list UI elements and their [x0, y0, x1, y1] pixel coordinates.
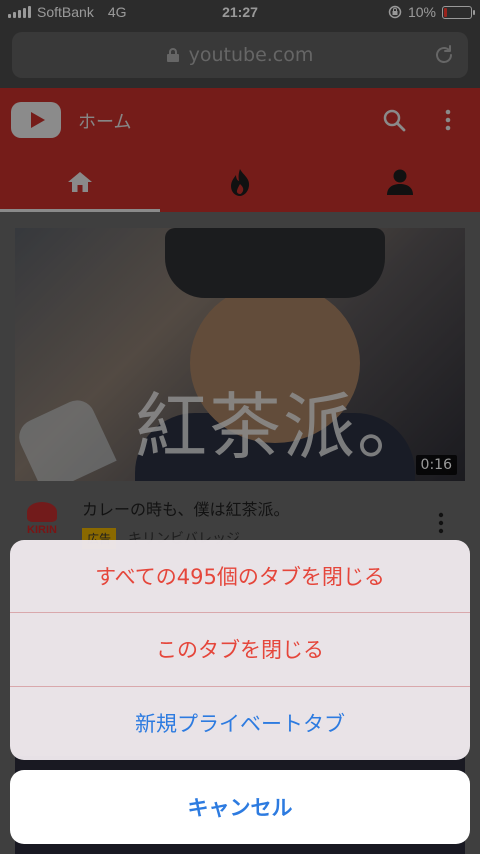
action-sheet: すべての495個のタブを閉じる このタブを閉じる 新規プライベートタブ: [10, 540, 470, 760]
new-private-tab-button[interactable]: 新規プライベートタブ: [10, 687, 470, 760]
close-all-tabs-button[interactable]: すべての495個のタブを閉じる: [10, 540, 470, 614]
cancel-button[interactable]: キャンセル: [10, 770, 470, 844]
close-this-tab-button[interactable]: このタブを閉じる: [10, 613, 470, 687]
